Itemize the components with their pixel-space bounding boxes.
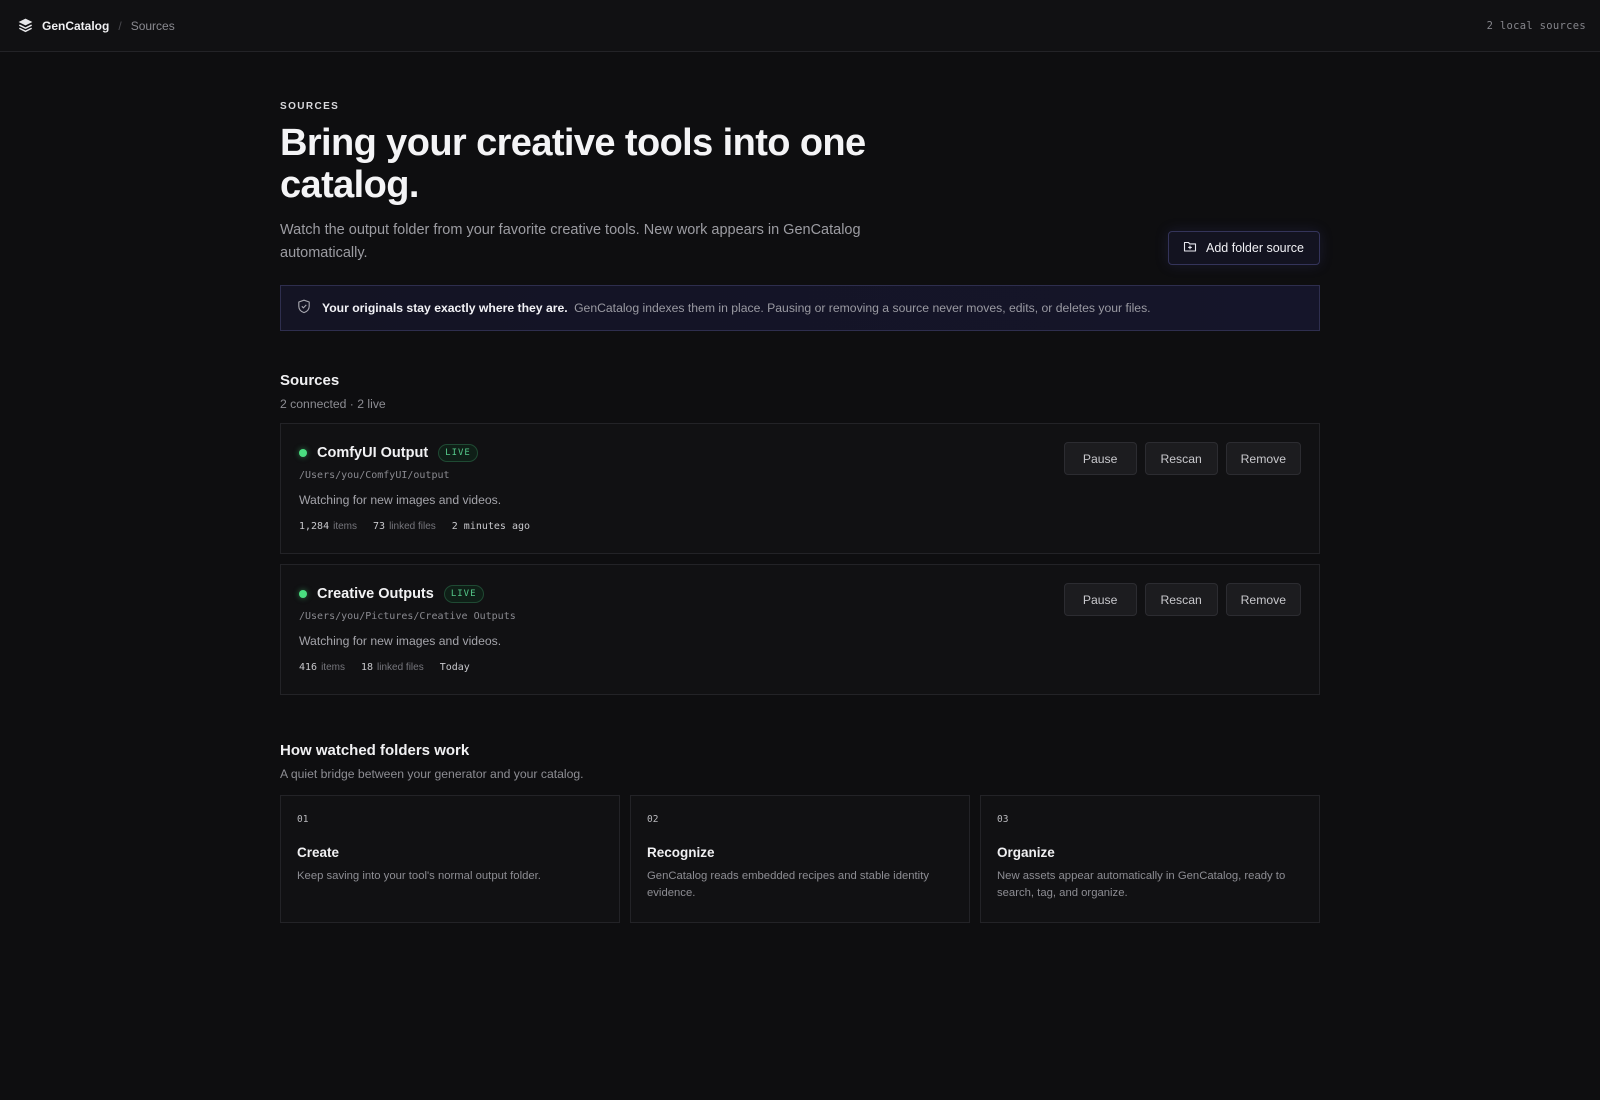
source-name: ComfyUI Output — [317, 445, 429, 461]
linked-stat: 18 linked files — [361, 662, 424, 673]
step-number: 02 — [647, 814, 659, 825]
stacked-layers-icon — [16, 17, 34, 35]
originals-notice: Your originals stay exactly where they a… — [280, 285, 1320, 331]
live-badge: LIVE — [443, 585, 484, 603]
page-title: Bring your creative tools into one catal… — [280, 122, 866, 206]
pause-button[interactable]: Pause — [1063, 583, 1137, 616]
notice-strong: Your originals stay exactly where they a… — [322, 301, 568, 315]
source-stats: 416 items 18 linked files Today — [299, 662, 1301, 673]
source-description: Watching for new images and videos. — [299, 634, 502, 648]
source-actions: Pause Rescan Remove — [1063, 442, 1301, 475]
linked-label: linked files — [389, 521, 436, 532]
hero-row: Watch the output folder from your favori… — [280, 219, 1320, 285]
step-text: New assets appear automatically in GenCa… — [997, 870, 1286, 899]
rescan-button[interactable]: Rescan — [1144, 583, 1218, 616]
last-updated: 2 minutes ago — [451, 521, 531, 532]
last-updated: Today — [439, 662, 470, 673]
remove-button[interactable]: Remove — [1225, 583, 1301, 616]
page-lede: Watch the output folder from your favori… — [280, 222, 861, 261]
step-card: 01 Create Keep saving into your tool's n… — [280, 795, 620, 923]
items-count: 1,284 — [299, 521, 330, 532]
source-description: Watching for new images and videos. — [299, 493, 502, 507]
items-label: items — [321, 662, 345, 673]
add-folder-source-label: Add folder source — [1206, 241, 1304, 255]
sources-title: Sources — [280, 372, 340, 389]
breadcrumb-current[interactable]: Sources — [131, 19, 175, 33]
breadcrumb-separator: / — [118, 18, 122, 33]
linked-count: 18 — [360, 662, 374, 673]
step-text: Keep saving into your tool's normal outp… — [297, 870, 541, 882]
source-card: ComfyUI Output LIVE /Users/you/ComfyUI/o… — [280, 423, 1320, 554]
source-card: Creative Outputs LIVE /Users/you/Picture… — [280, 564, 1320, 695]
step-number: 01 — [297, 814, 309, 825]
linked-label: linked files — [377, 662, 424, 673]
step-number: 03 — [997, 814, 1009, 825]
step-card: 03 Organize New assets appear automatica… — [980, 795, 1320, 923]
brand-name[interactable]: GenCatalog — [42, 19, 109, 33]
how-it-works-title: How watched folders work — [280, 742, 470, 759]
status-dot-icon — [299, 449, 307, 457]
step-card: 02 Recognize GenCatalog reads embedded r… — [630, 795, 970, 923]
linked-stat: 73 linked files — [373, 521, 436, 532]
step-text: GenCatalog reads embedded recipes and st… — [647, 870, 929, 899]
local-sources-count: 2 local sources — [1486, 19, 1586, 32]
rescan-button[interactable]: Rescan — [1144, 442, 1218, 475]
items-stat: 416 items — [299, 662, 345, 673]
live-badge: LIVE — [438, 444, 478, 462]
items-label: items — [333, 521, 358, 532]
shield-check-icon — [297, 299, 311, 317]
pause-button[interactable]: Pause — [1063, 442, 1137, 475]
source-name: Creative Outputs — [317, 586, 434, 602]
sources-subtitle: 2 connected · 2 live — [280, 397, 386, 411]
how-it-works-subtitle: A quiet bridge between your generator an… — [280, 767, 584, 781]
source-stats: 1,284 items 73 linked files 2 minutes ago — [299, 521, 1301, 532]
notice-body: GenCatalog indexes them in place. Pausin… — [574, 301, 1151, 315]
main-content: SOURCES Bring your creative tools into o… — [280, 52, 1320, 923]
step-title: Organize — [997, 845, 1055, 860]
add-folder-source-button[interactable]: Add folder source — [1168, 231, 1320, 265]
status-dot-icon — [299, 590, 307, 598]
items-stat: 1,284 items — [299, 521, 357, 532]
remove-button[interactable]: Remove — [1225, 442, 1301, 475]
linked-count: 73 — [373, 521, 386, 532]
page-eyebrow: SOURCES — [280, 101, 340, 112]
folder-plus-icon — [1183, 240, 1197, 256]
items-count: 416 — [299, 662, 318, 673]
source-actions: Pause Rescan Remove — [1063, 583, 1301, 616]
step-title: Recognize — [647, 845, 715, 860]
step-title: Create — [297, 845, 340, 860]
steps-grid: 01 Create Keep saving into your tool's n… — [280, 795, 1320, 923]
notice-text: Your originals stay exactly where they a… — [322, 301, 1151, 315]
top-bar: GenCatalog / Sources 2 local sources — [0, 0, 1600, 52]
